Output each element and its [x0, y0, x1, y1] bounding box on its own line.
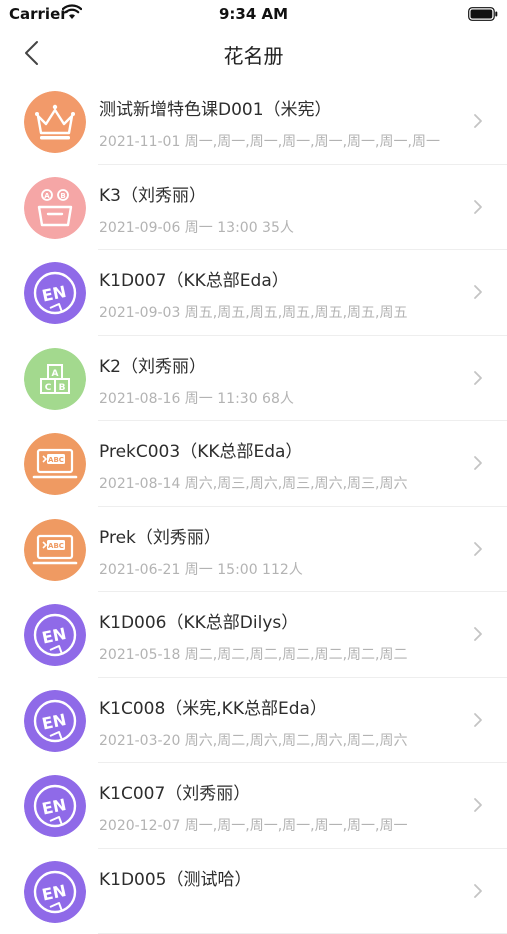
class-title: 测试新增特色课D001（米宪）: [99, 95, 332, 120]
en-logo-icon: EN: [24, 861, 86, 923]
list-item[interactable]: ACB K2（刘秀丽） 2021-08-16 周一 11:30 68人: [0, 336, 507, 422]
class-title: K1C008（米宪,KK总部Eda）: [99, 694, 327, 719]
chevron-right-icon: [473, 199, 483, 215]
svg-text:C: C: [45, 383, 52, 393]
class-schedule: 2021-11-01 周一,周一,周一,周一,周一,周一,周一,周一: [99, 131, 467, 151]
list-item[interactable]: EN K1C007（刘秀丽） 2020-12-07 周一,周一,周一,周一,周一,周…: [0, 763, 507, 849]
svg-text:B: B: [59, 383, 66, 393]
en-logo-icon: EN: [24, 262, 86, 324]
class-title: K1D006（KK总部Dilys）: [99, 608, 298, 633]
chevron-right-icon: [473, 455, 483, 471]
en-logo-icon: EN: [24, 775, 86, 837]
list-item[interactable]: ABK3（刘秀丽）2021-09-06 周一 13:00 35人: [0, 165, 507, 251]
svg-text:ABC: ABC: [48, 456, 64, 464]
list-item[interactable]: EN K1D005（测试哈）: [0, 849, 507, 934]
svg-text:ABC: ABC: [48, 542, 64, 550]
list-item[interactable]: 测试新增特色课D001（米宪） 2021-11-01 周一,周一,周一,周一,周一…: [0, 79, 507, 165]
list-item[interactable]: EN K1D007（KK总部Eda） 2021-09-03 周五,周五,周五,周五,…: [0, 250, 507, 336]
crown-icon: [24, 91, 86, 153]
class-title: K2（刘秀丽）: [99, 352, 206, 377]
list-item[interactable]: EN K1C008（米宪,KK总部Eda） 2021-03-20 周六,周二,周六,…: [0, 678, 507, 764]
class-title: K1C007（刘秀丽）: [99, 779, 250, 804]
class-title: K1D007（KK总部Eda）: [99, 266, 289, 291]
chevron-right-icon: [473, 541, 483, 557]
chevron-right-icon: [473, 370, 483, 386]
class-schedule: 2021-08-14 周六,周三,周六,周三,周六,周三,周六: [99, 473, 467, 493]
class-title: K1D005（测试哈）: [99, 865, 252, 890]
laptop-abc-icon: ABC: [24, 519, 86, 581]
en-logo-icon: EN: [24, 604, 86, 666]
battery-icon: [468, 7, 498, 21]
status-time: 9:34 AM: [0, 5, 507, 23]
page-title: 花名册: [0, 40, 507, 69]
laptop-abc-icon: ABC: [24, 433, 86, 495]
status-bar: Carrier 9:34 AM: [0, 0, 507, 28]
class-title: K3（刘秀丽）: [99, 181, 206, 206]
chevron-right-icon: [473, 883, 483, 899]
en-logo-icon: EN: [24, 690, 86, 752]
class-title: PrekC003（KK总部Eda）: [99, 437, 302, 462]
class-schedule: 2021-03-20 周六,周二,周六,周二,周六,周二,周六: [99, 730, 467, 750]
nav-bar: 花名册: [0, 28, 507, 78]
chevron-right-icon: [473, 113, 483, 129]
class-schedule: 2021-08-16 周一 11:30 68人: [99, 388, 467, 408]
abc-blocks-icon: ACB: [24, 348, 86, 410]
list-item[interactable]: ABC Prek（刘秀丽） 2021-06-21 周一 15:00 112人: [0, 507, 507, 593]
abc-box-icon: AB: [24, 177, 86, 239]
class-title: Prek（刘秀丽）: [99, 523, 221, 548]
list-item[interactable]: EN K1D006（KK总部Dilys） 2021-05-18 周二,周二,周二,周…: [0, 592, 507, 678]
class-schedule: 2021-09-06 周一 13:00 35人: [99, 217, 467, 237]
chevron-right-icon: [473, 284, 483, 300]
roster-list: 测试新增特色课D001（米宪） 2021-11-01 周一,周一,周一,周一,周一…: [0, 79, 507, 934]
chevron-right-icon: [473, 797, 483, 813]
class-schedule: 2021-05-18 周二,周二,周二,周二,周二,周二,周二: [99, 644, 467, 664]
class-schedule: 2020-12-07 周一,周一,周一,周一,周一,周一,周一: [99, 815, 467, 835]
svg-text:B: B: [60, 192, 65, 200]
chevron-right-icon: [473, 712, 483, 728]
list-item[interactable]: ABC PrekC003（KK总部Eda） 2021-08-14 周六,周三,周六,…: [0, 421, 507, 507]
class-schedule: 2021-09-03 周五,周五,周五,周五,周五,周五,周五: [99, 302, 467, 322]
svg-text:A: A: [52, 369, 59, 379]
class-schedule: 2021-06-21 周一 15:00 112人: [99, 559, 467, 579]
chevron-right-icon: [473, 626, 483, 642]
svg-text:A: A: [44, 192, 50, 200]
